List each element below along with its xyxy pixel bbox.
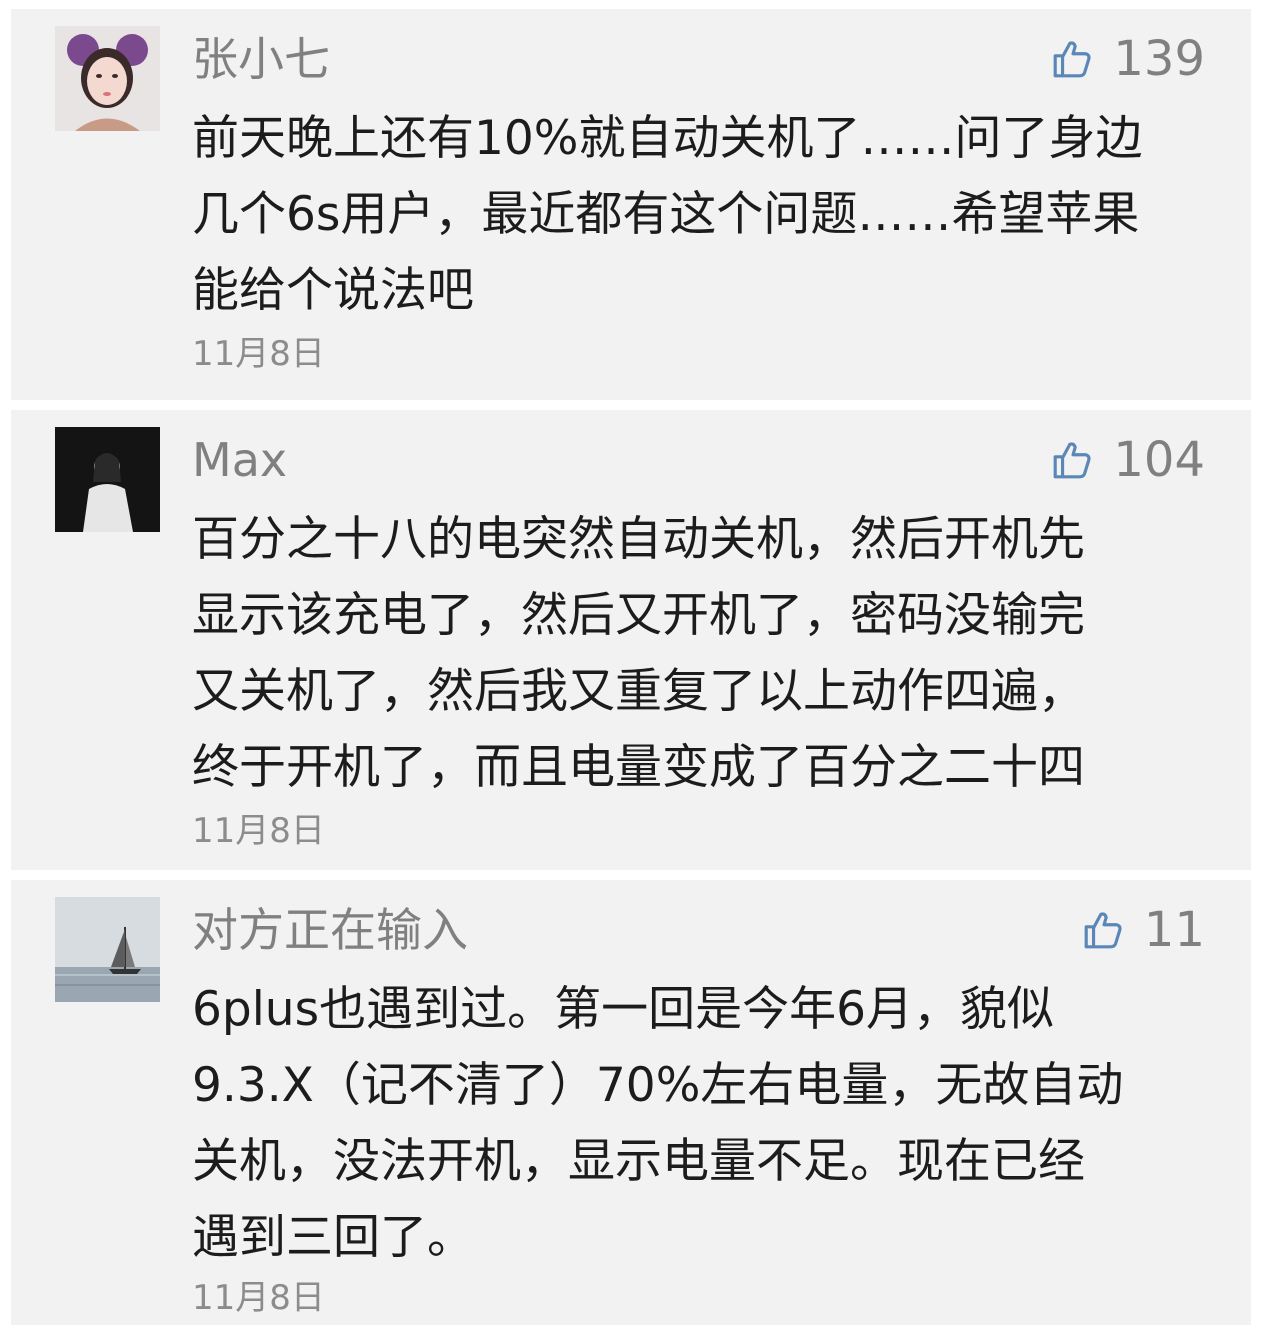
like-button[interactable]: 104 xyxy=(1051,430,1205,490)
username[interactable]: Max xyxy=(192,430,287,490)
comment-date: 11月8日 xyxy=(192,811,325,851)
username[interactable]: 对方正在输入 xyxy=(192,900,468,960)
comment-feed: 张小七 139 前天晚上还有10%就自动关机了……问了身边 几个6s用户，最近都… xyxy=(0,0,1262,1334)
comment-text: 6plus也遇到过。第一回是今年6月，貌似 9.3.X（记不清了）70%左右电量… xyxy=(192,982,1124,1265)
comment-text: 前天晚上还有10%就自动关机了……问了身边 几个6s用户，最近都有这个问题……希… xyxy=(192,111,1143,318)
like-count: 104 xyxy=(1113,432,1205,488)
comment-date: 11月8日 xyxy=(192,1278,325,1318)
thumbs-up-icon xyxy=(1084,912,1122,949)
like-count: 11 xyxy=(1143,902,1205,958)
like-button[interactable]: 139 xyxy=(1051,29,1205,89)
thumbs-up-icon xyxy=(1054,41,1091,78)
comment-text: 百分之十八的电突然自动关机，然后开机先 显示该充电了，然后又开机了，密码没输完 … xyxy=(192,512,1085,795)
comment-date: 11月8日 xyxy=(192,334,325,374)
like-button[interactable]: 11 xyxy=(1082,900,1205,960)
comment-card: 张小七 139 前天晚上还有10%就自动关机了……问了身边 几个6s用户，最近都… xyxy=(11,9,1251,400)
comment-card: Max 104 百分之十八的电突然自动关机，然后开机先 显示该充电了，然后又开机… xyxy=(11,410,1251,870)
avatar[interactable] xyxy=(55,897,160,1002)
avatar[interactable] xyxy=(55,26,160,131)
avatar[interactable] xyxy=(55,427,160,532)
like-count: 139 xyxy=(1113,31,1205,87)
username[interactable]: 张小七 xyxy=(192,29,330,89)
thumbs-up-icon xyxy=(1054,442,1091,479)
comment-card: 对方正在输入 11 6plus也遇到过。第一回是今年6月，貌似 9.3.X（记不… xyxy=(11,880,1251,1325)
